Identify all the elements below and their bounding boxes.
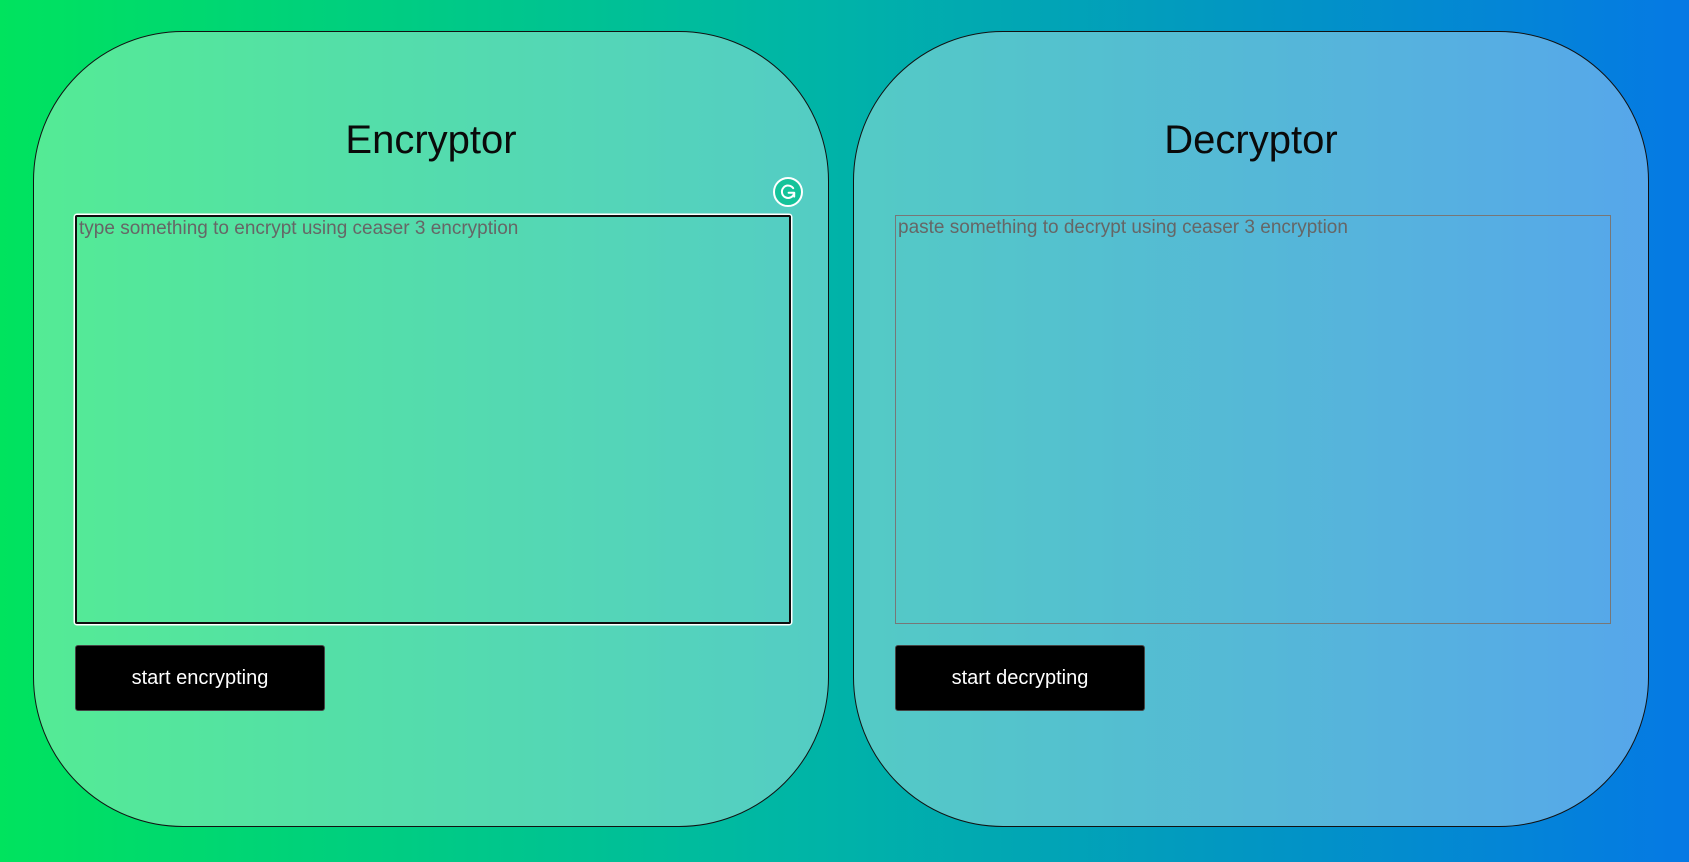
decryptor-card: Decryptor start decrypting [853,31,1649,827]
encryptor-title: Encryptor [345,118,517,162]
grammarly-g-glyph [780,184,796,199]
start-encrypting-button[interactable]: start encrypting [75,645,325,711]
grammarly-icon[interactable] [773,177,803,207]
decryptor-title: Decryptor [1164,118,1338,162]
decrypt-input[interactable] [895,215,1611,624]
encrypt-input[interactable] [75,215,791,624]
encryptor-card: Encryptor start encrypting [33,31,829,827]
start-decrypting-button[interactable]: start decrypting [895,645,1145,711]
